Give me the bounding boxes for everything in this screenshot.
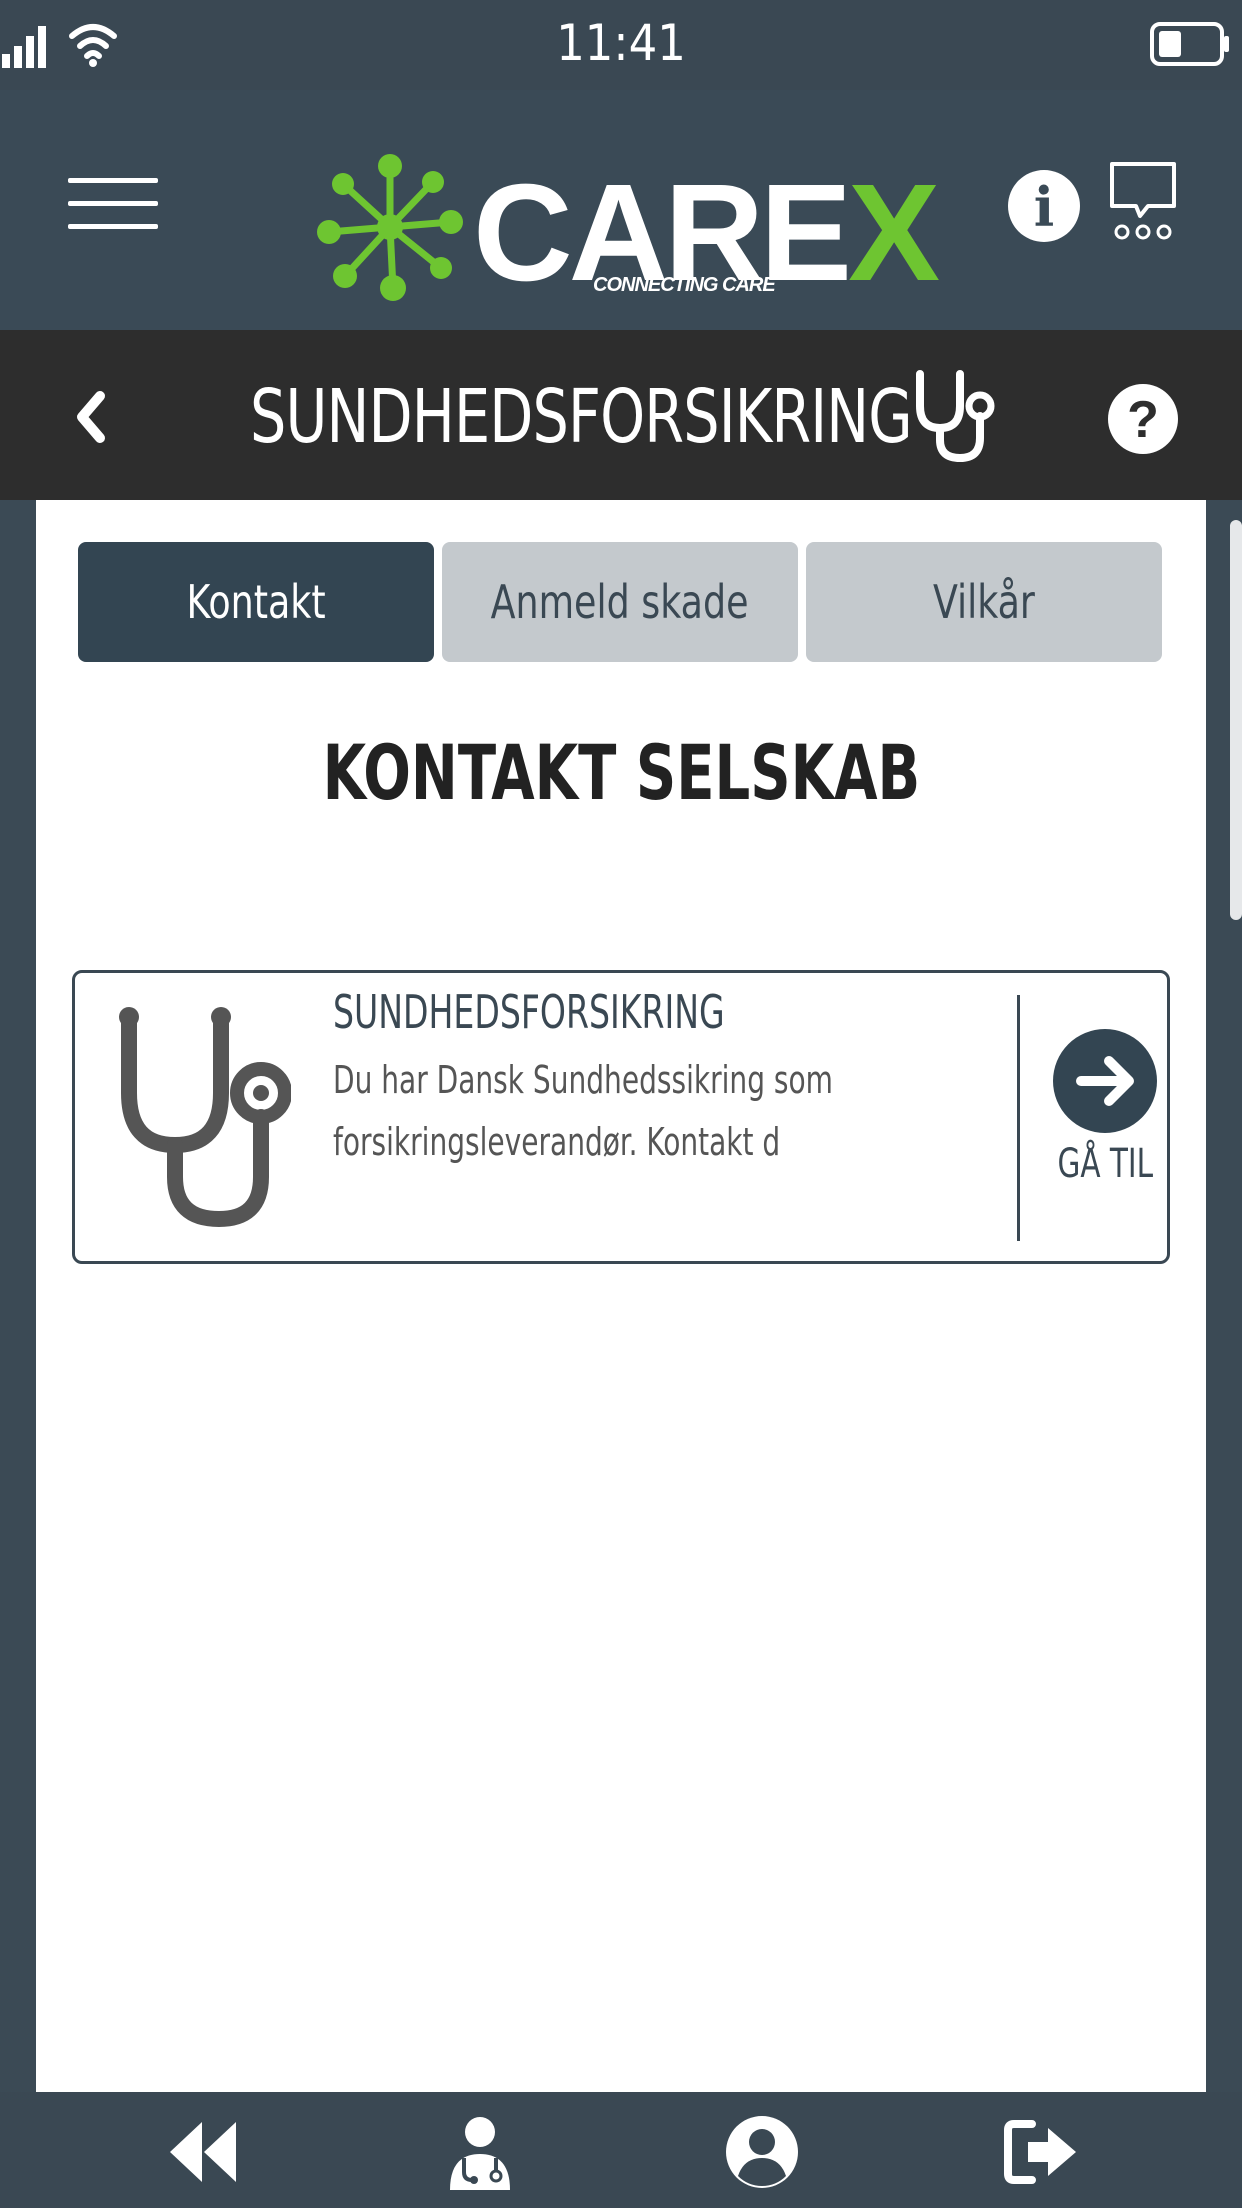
- tab-bar: Kontakt Anmeld skade Vilkår: [78, 542, 1164, 662]
- stethoscope-icon: [916, 370, 995, 463]
- goto-label: GÅ TIL: [1057, 1141, 1153, 1187]
- tab-vilkaar[interactable]: Vilkår: [806, 542, 1162, 662]
- card-title: SUNDHEDSFORSIKRING: [333, 985, 725, 1039]
- profile-icon: [726, 2116, 798, 2188]
- card-description: Du har Dansk Sundhedssikring som forsikr…: [333, 1049, 833, 1173]
- carex-logo: CAREX CONNECTING CARE: [315, 146, 940, 310]
- tab-kontakt[interactable]: Kontakt: [78, 542, 434, 662]
- app-header: CAREX CONNECTING CARE i: [0, 90, 1242, 330]
- info-button[interactable]: i: [1008, 170, 1080, 242]
- insurance-card[interactable]: SUNDHEDSFORSIKRING Du har Dansk Sundheds…: [72, 970, 1170, 1264]
- content-panel: Kontakt Anmeld skade Vilkår KONTAKT SELS…: [36, 500, 1206, 2092]
- scrollbar[interactable]: [1230, 520, 1242, 920]
- doctor-icon: [450, 2117, 510, 2190]
- sub-header: SUNDHEDSFORSIKRING ?: [0, 330, 1242, 500]
- doctor-button[interactable]: [440, 2114, 520, 2190]
- stethoscope-icon: [119, 1007, 291, 1228]
- help-icon: ?: [1127, 391, 1159, 449]
- back-button[interactable]: [66, 382, 116, 452]
- goto-circle: [1053, 1029, 1157, 1133]
- status-bar: 11:41: [0, 0, 1242, 90]
- logout-icon: [1004, 2120, 1076, 2184]
- page-title: SUNDHEDSFORSIKRING: [250, 374, 913, 460]
- card-description-line: Du har Dansk Sundhedssikring som: [333, 1058, 833, 1102]
- status-time: 11:41: [556, 14, 686, 72]
- menu-button[interactable]: [68, 178, 158, 248]
- goto-button[interactable]: GÅ TIL: [1033, 1029, 1169, 1209]
- chat-icon: [1110, 162, 1176, 240]
- chevron-left-icon: [77, 391, 105, 443]
- bottom-nav: [0, 2092, 1242, 2208]
- card-divider: [1017, 995, 1020, 1241]
- arrow-right-icon: [1076, 1056, 1134, 1106]
- section-title: KONTAKT SELSKAB: [322, 728, 920, 817]
- chat-button[interactable]: [1108, 160, 1178, 242]
- logo-tagline: CONNECTING CARE: [593, 274, 776, 296]
- help-button[interactable]: ?: [1108, 384, 1178, 454]
- logo-molecule-icon: [317, 154, 463, 301]
- info-icon: i: [1033, 175, 1055, 239]
- card-description-line: forsikringsleverandør. Kontakt d: [333, 1120, 781, 1164]
- menu-icon: [68, 178, 158, 229]
- tab-anmeld-skade[interactable]: Anmeld skade: [442, 542, 798, 662]
- logout-button[interactable]: [1002, 2114, 1082, 2190]
- profile-button[interactable]: [722, 2114, 802, 2190]
- battery-icon: [1150, 22, 1229, 66]
- rewind-button[interactable]: [162, 2114, 242, 2190]
- rewind-icon: [170, 2122, 236, 2182]
